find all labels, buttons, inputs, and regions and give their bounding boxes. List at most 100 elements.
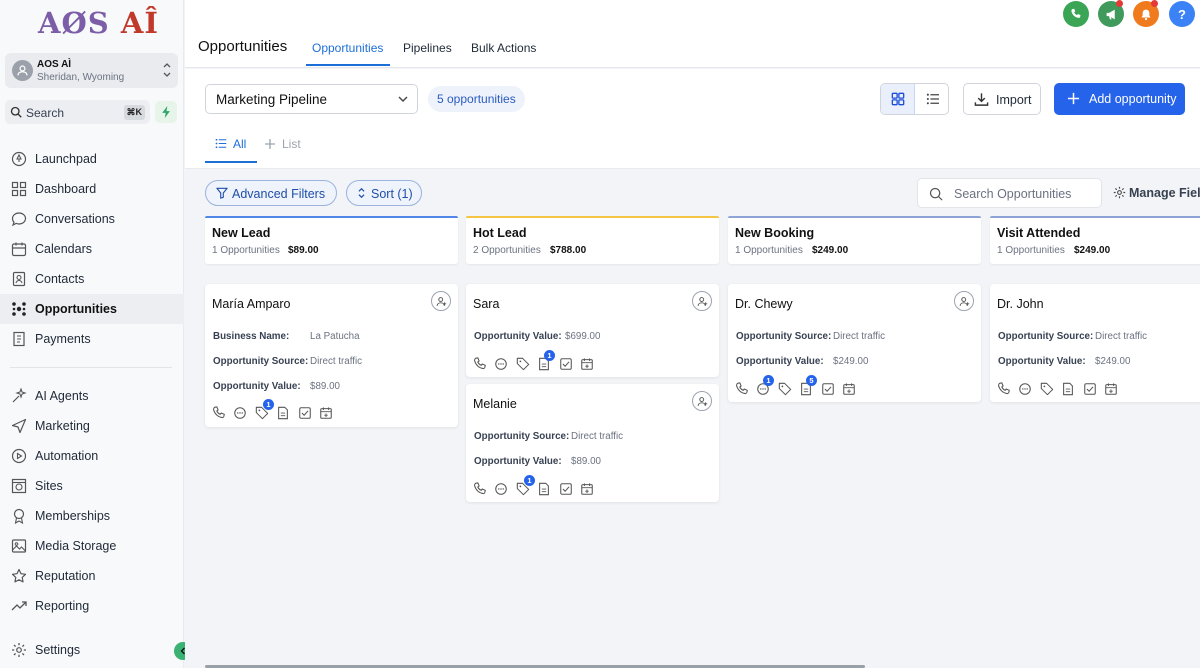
- tag-icon[interactable]: [778, 382, 792, 396]
- phone-icon[interactable]: [735, 382, 749, 396]
- sidebar-item-automation[interactable]: Automation: [0, 441, 184, 471]
- calendar-icon: [11, 242, 27, 257]
- chat-bubble-icon: [11, 212, 27, 227]
- tab-opportunities[interactable]: Opportunities: [312, 41, 383, 55]
- appointment-icon[interactable]: [319, 406, 333, 420]
- sidebar-item-sites[interactable]: Sites: [0, 471, 184, 501]
- chat-icon[interactable]: [233, 406, 247, 420]
- sidebar-item-ai-agents[interactable]: AI Agents: [0, 381, 184, 411]
- sidebar-item-contacts[interactable]: Contacts: [0, 264, 184, 294]
- pipeline-stage-header: New Lead 1 Opportunities $89.00: [205, 216, 458, 264]
- opportunity-card[interactable]: Dr. Chewy Opportunity Source: Direct traf…: [728, 284, 981, 402]
- sidebar-item-dashboard[interactable]: Dashboard: [0, 174, 184, 204]
- phone-icon[interactable]: [473, 482, 487, 496]
- sidebar-item-memberships[interactable]: Memberships: [0, 501, 184, 531]
- opportunity-card[interactable]: Sara Opportunity Value: $699.00 1: [466, 284, 719, 377]
- field-key: Opportunity Source:: [998, 331, 1094, 342]
- assign-user-button[interactable]: [431, 291, 451, 311]
- assign-user-button[interactable]: [692, 391, 712, 411]
- image-icon: [11, 539, 27, 553]
- sidebar-item-settings[interactable]: Settings: [0, 635, 184, 665]
- appointment-icon[interactable]: [580, 357, 594, 371]
- sidebar-item-opportunities[interactable]: Opportunities: [0, 294, 184, 324]
- tag-icon[interactable]: [1040, 382, 1054, 396]
- grid-view-button[interactable]: [881, 84, 915, 114]
- import-button[interactable]: Import: [963, 83, 1041, 115]
- active-tab-indicator: [306, 64, 390, 66]
- tab-pipelines[interactable]: Pipelines: [403, 41, 452, 55]
- chat-icon[interactable]: [1018, 382, 1032, 396]
- opportunity-card[interactable]: Melanie Opportunity Source: Direct traffi…: [466, 384, 719, 502]
- notification-dot: [1151, 0, 1158, 7]
- stage-count: 1 Opportunities: [212, 245, 280, 256]
- note-icon[interactable]: [537, 482, 551, 496]
- rocket-icon: [11, 151, 27, 167]
- assign-user-button[interactable]: [692, 291, 712, 311]
- badge-icon: [13, 508, 25, 524]
- phone-icon[interactable]: [212, 406, 226, 420]
- add-opportunity-button[interactable]: Add opportunity: [1054, 83, 1185, 115]
- list-view-button[interactable]: [916, 84, 948, 114]
- help-button[interactable]: ?: [1169, 1, 1195, 27]
- sidebar-item-payments[interactable]: Payments: [0, 324, 184, 354]
- contacts-icon: [12, 271, 26, 287]
- assign-user-button[interactable]: [954, 291, 974, 311]
- phone-icon[interactable]: [997, 382, 1011, 396]
- notification-dot: [1116, 0, 1123, 7]
- note-count-badge: 1: [544, 350, 555, 361]
- field-row: Opportunity Source: Direct traffic: [998, 331, 1147, 342]
- sidebar-item-marketing[interactable]: Marketing: [0, 411, 184, 441]
- field-value: $89.00: [571, 456, 601, 467]
- gear-icon: [1113, 186, 1126, 199]
- opportunity-name: María Amparo: [212, 297, 291, 311]
- opportunity-card[interactable]: María Amparo Business Name: La Patucha Op…: [205, 284, 458, 427]
- task-icon[interactable]: [1083, 382, 1097, 396]
- sidebar-item-label: Calendars: [35, 242, 92, 256]
- chat-icon[interactable]: [494, 482, 508, 496]
- field-row: Opportunity Source: Direct traffic: [213, 356, 362, 367]
- sidebar-search[interactable]: Search ⌘K: [5, 100, 150, 124]
- account-switcher[interactable]: AOS AÌ Sheridan, Wyoming: [5, 53, 178, 88]
- chat-icon[interactable]: [494, 357, 508, 371]
- task-icon[interactable]: [298, 406, 312, 420]
- field-value: Direct traffic: [310, 356, 363, 367]
- search-label: Search: [26, 106, 65, 120]
- phone-icon[interactable]: [473, 357, 487, 371]
- task-icon[interactable]: [559, 357, 573, 371]
- phone-button[interactable]: [1063, 1, 1089, 27]
- sidebar-item-calendars[interactable]: Calendars: [0, 234, 184, 264]
- search-shortcut: ⌘K: [123, 105, 145, 120]
- field-row: Opportunity Value: $249.00: [736, 356, 868, 367]
- stage-name: Visit Attended: [997, 226, 1081, 240]
- appointment-icon[interactable]: [842, 382, 856, 396]
- field-key: Opportunity Value:: [213, 381, 301, 392]
- brand-logo[interactable]: AØS AÎ: [38, 6, 159, 40]
- search-opportunities-input[interactable]: Search Opportunities: [917, 178, 1102, 208]
- bell-icon: [1141, 9, 1151, 20]
- sidebar-item-reporting[interactable]: Reporting: [0, 591, 184, 621]
- quick-action-button[interactable]: [155, 101, 177, 123]
- sidebar-item-media-storage[interactable]: Media Storage: [0, 531, 184, 561]
- sidebar-item-conversations[interactable]: Conversations: [0, 204, 184, 234]
- tab-bulk-actions[interactable]: Bulk Actions: [471, 41, 536, 55]
- stage-count: 1 Opportunities: [735, 245, 803, 256]
- task-icon[interactable]: [821, 382, 835, 396]
- opportunity-card[interactable]: Dr. John Opportunity Source: Direct traff…: [990, 284, 1200, 402]
- appointment-icon[interactable]: [1104, 382, 1118, 396]
- note-icon[interactable]: [276, 406, 290, 420]
- stage-accent-bar: [990, 216, 1200, 218]
- top-bar: Opportunities Opportunities Pipelines Bu…: [185, 0, 1200, 68]
- sort-button[interactable]: Sort (1): [346, 180, 422, 206]
- advanced-filters-button[interactable]: Advanced Filters: [205, 180, 337, 206]
- tag-icon[interactable]: [516, 357, 530, 371]
- field-row: Opportunity Source: Direct traffic: [736, 331, 885, 342]
- appointment-icon[interactable]: [580, 482, 594, 496]
- field-row: Opportunity Source: Direct traffic: [474, 431, 623, 442]
- pipeline-select[interactable]: Marketing Pipeline: [205, 84, 418, 114]
- note-icon[interactable]: [1061, 382, 1075, 396]
- sidebar-item-launchpad[interactable]: Launchpad: [0, 144, 184, 174]
- sort-icon: [358, 187, 365, 199]
- user-icon: [17, 65, 28, 76]
- sidebar-item-reputation[interactable]: Reputation: [0, 561, 184, 591]
- task-icon[interactable]: [559, 482, 573, 496]
